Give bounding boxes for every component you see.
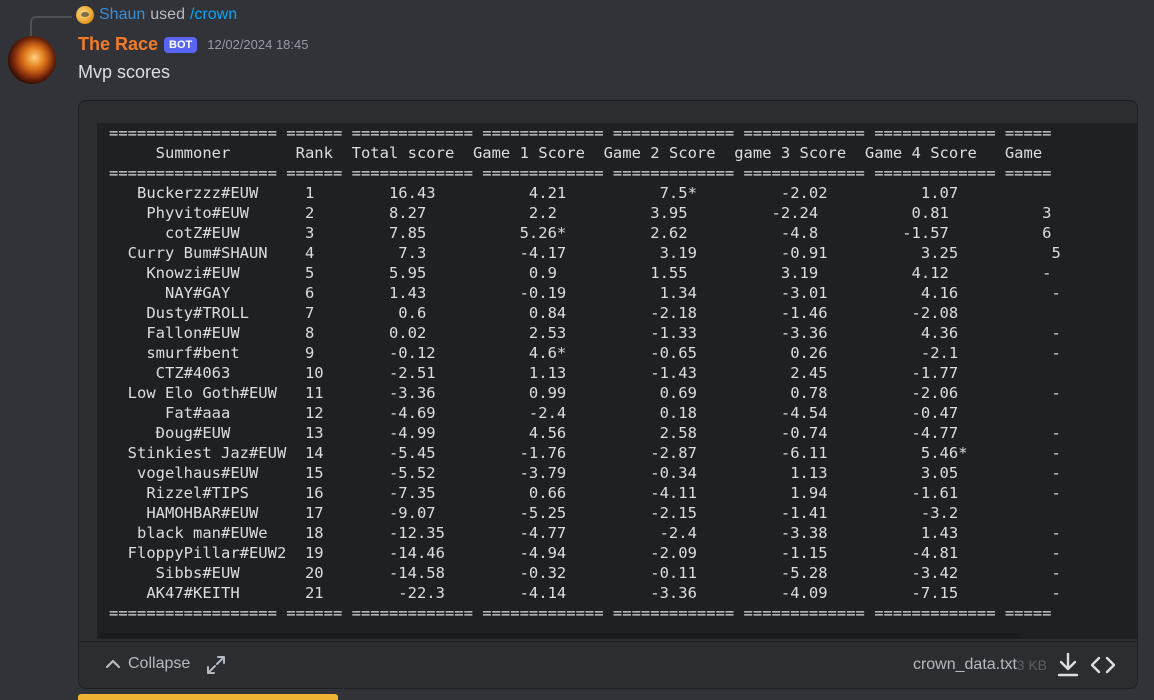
code-line: Sibbs#EUW 20 -14.58 -0.32 -0.11 -5.28 -3…: [109, 564, 1061, 582]
code-line: cotZ#EUW 3 7.85 5.26* 2.62 -4.8 -1.57 6: [109, 224, 1052, 242]
bot-avatar[interactable]: [8, 36, 56, 84]
view-code-icon[interactable]: [1089, 651, 1117, 679]
code-line: Curry Bum#SHAUN 4 7.3 -4.17 3.19 -0.91 3…: [109, 244, 1061, 262]
expand-icon[interactable]: [205, 654, 227, 676]
reply-username[interactable]: Shaun: [99, 6, 145, 24]
code-attachment: ================== ====== ============= …: [78, 100, 1138, 689]
code-line: CTZ#4063 10 -2.51 1.13 -1.43 2.45 -1.77: [109, 364, 959, 382]
reply-used-text: used: [150, 6, 185, 23]
code-line: Stinkiest Jaz#EUW 14 -5.45 -1.76 -2.87 -…: [109, 444, 1061, 462]
code-line: Fallon#EUW 8 0.02 2.53 -1.33 -3.36 4.36 …: [109, 324, 1061, 342]
code-line: Dusty#TROLL 7 0.6 0.84 -2.18 -1.46 -2.08: [109, 304, 959, 322]
bot-name[interactable]: The Race: [78, 34, 158, 55]
message-timestamp: 12/02/2024 18:45: [207, 37, 309, 52]
file-size: 3 KB: [1016, 657, 1047, 673]
code-line: Rizzel#TIPS 16 -7.35 0.66 -4.11 1.94 -1.…: [109, 484, 1061, 502]
collapse-button[interactable]: Collapse: [103, 654, 190, 674]
code-line: AK47#KEITH 21 -22.3 -4.14 -3.36 -4.09 -7…: [109, 584, 1061, 602]
reply-connector: [30, 16, 72, 36]
code-line: FloppyPillar#EUW2 19 -14.46 -4.94 -2.09 …: [109, 544, 1061, 562]
code-line: vogelhaus#EUW 15 -5.52 -3.79 -0.34 1.13 …: [109, 464, 1061, 482]
code-line: HAMOHBAR#EUW 17 -9.07 -5.25 -2.15 -1.41 …: [109, 504, 959, 522]
attachment-footer: Collapse crown_data.txt 3 KB: [79, 641, 1137, 688]
collapse-label: Collapse: [128, 655, 191, 672]
file-name[interactable]: crown_data.txt: [913, 656, 1017, 674]
bot-badge: BOT: [164, 36, 198, 53]
code-line: Low Elo Goth#EUW 11 -3.36 0.99 0.69 0.78…: [109, 384, 1061, 402]
code-block[interactable]: ================== ====== ============= …: [97, 123, 1137, 635]
user-mini-avatar[interactable]: [76, 6, 94, 24]
message-header: The Race BOT 12/02/2024 18:45: [78, 34, 309, 55]
code-line: smurf#bent 9 -0.12 4.6* -0.65 0.26 -2.1 …: [109, 344, 1061, 362]
code-line: Knowzi#EUW 5 5.95 0.9 1.55 3.19 4.12 -: [109, 264, 1052, 282]
download-icon[interactable]: [1055, 651, 1081, 679]
horizontal-scrollbar[interactable]: [99, 633, 1021, 638]
code-line: ================== ====== ============= …: [109, 604, 1052, 622]
next-message-edge: [78, 694, 338, 700]
code-line: ================== ====== ============= …: [109, 164, 1052, 182]
code-line: ================== ====== ============= …: [109, 124, 1052, 142]
reply-context: Shaun used /crown: [76, 6, 237, 24]
chevron-up-icon: [105, 659, 121, 669]
code-line: NAY#GAY 6 1.43 -0.19 1.34 -3.01 4.16 -: [109, 284, 1061, 302]
message-content: Mvp scores: [78, 62, 171, 82]
code-line: Đoug#EUW 13 -4.99 4.56 2.58 -0.74 -4.77 …: [109, 424, 1061, 442]
code-line: Summoner Rank Total score Game 1 Score G…: [109, 144, 1043, 162]
reply-command[interactable]: /crown: [190, 6, 237, 24]
code-line: Buckerzzz#EUW 1 16.43 4.21 7.5* -2.02 1.…: [109, 184, 959, 202]
code-line: Fat#aaa 12 -4.69 -2.4 0.18 -4.54 -0.47: [109, 404, 959, 422]
code-line: black man#EUWe 18 -12.35 -4.77 -2.4 -3.3…: [109, 524, 1061, 542]
code-line: Phyvito#EUW 2 8.27 2.2 3.95 -2.24 0.81 3: [109, 204, 1052, 222]
